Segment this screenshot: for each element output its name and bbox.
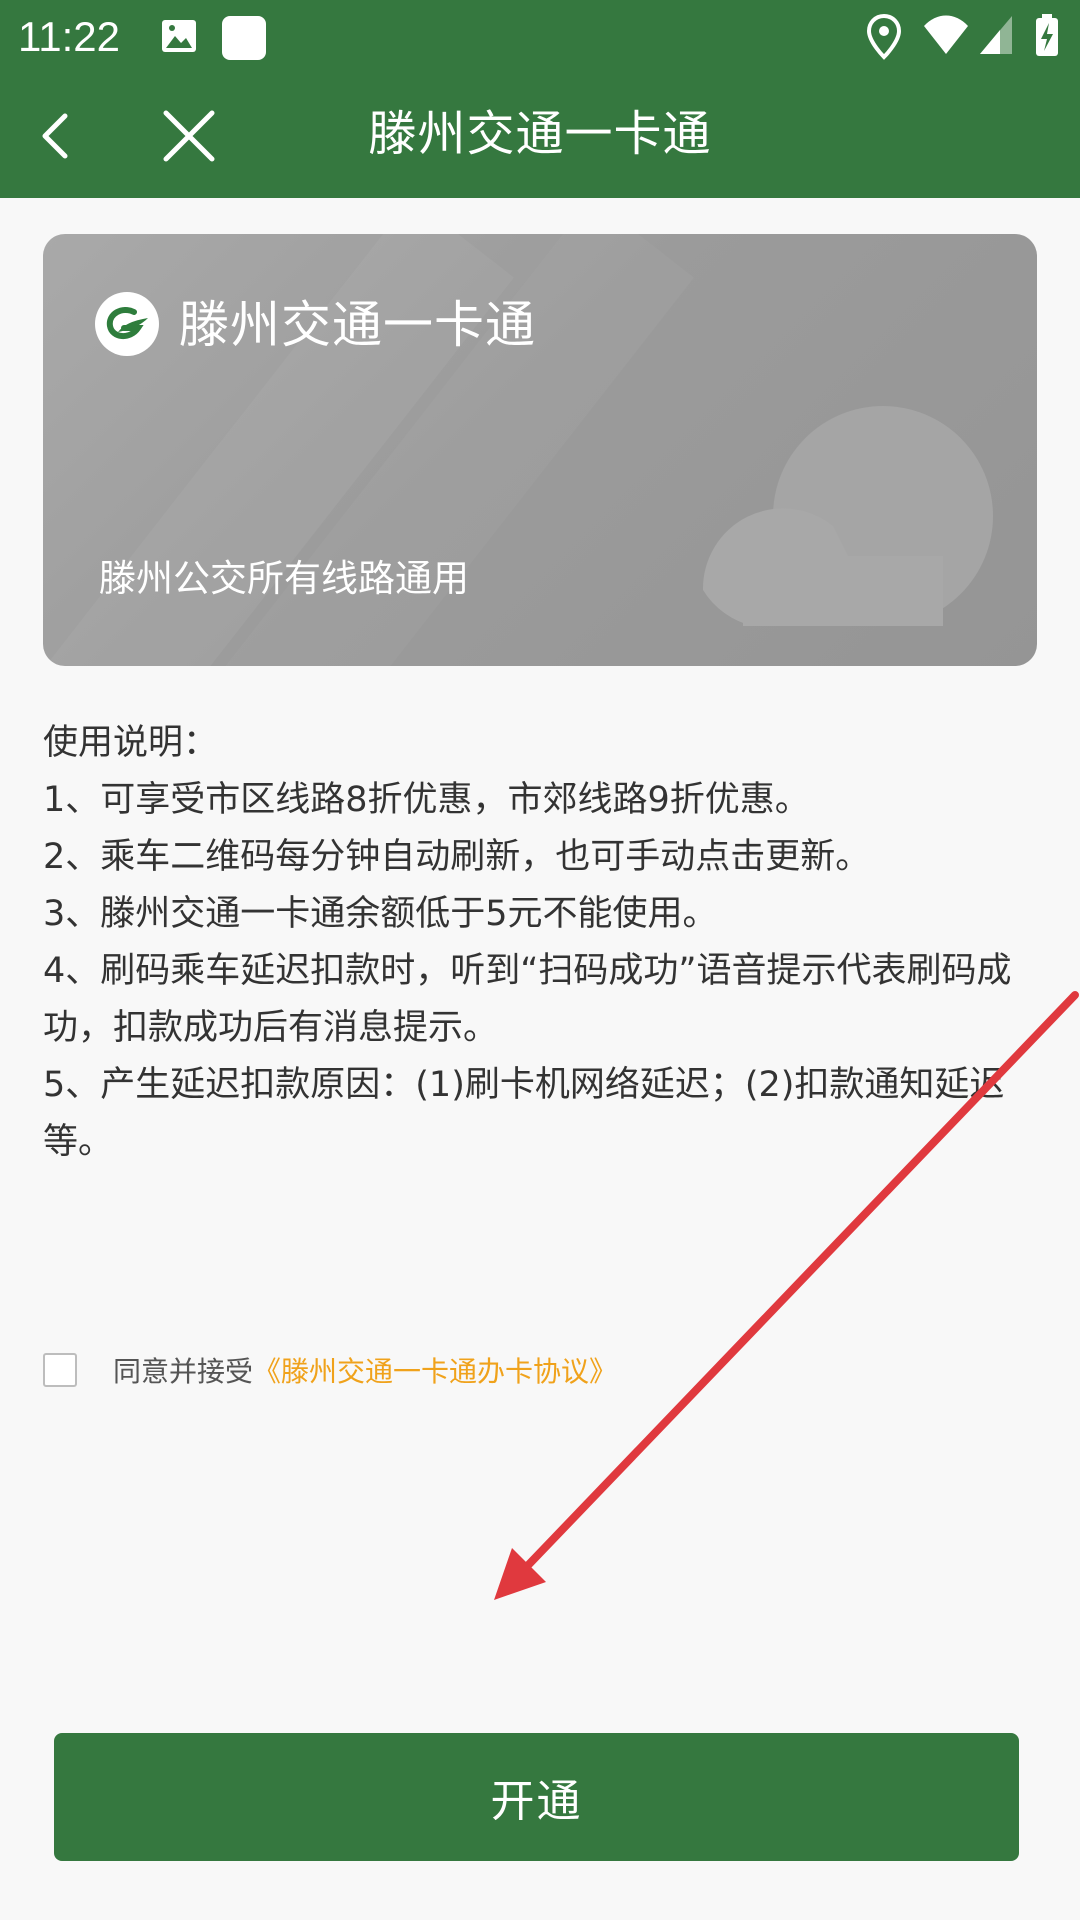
instruction-item: 5、产生延迟扣款原因：(1)刷卡机网络延迟；(2)扣款通知延迟等。 [43, 1065, 1005, 1162]
card-subtitle: 滕州公交所有线路通用 [99, 557, 469, 600]
app-notification-icon [220, 14, 268, 66]
wifi-icon [922, 14, 970, 60]
card-title: 滕州交通一卡通 [179, 296, 536, 354]
instruction-item: 3、滕州交通一卡通余额低于5元不能使用。 [43, 894, 718, 934]
agreement-text: 同意并接受 [113, 1355, 254, 1388]
cell-signal-icon [978, 14, 1014, 60]
screen: 11:22 滕州交通一卡通 滕州交通一卡通 滕州公交所有线路通用 使用说明： 1… [0, 0, 1080, 1920]
cloud-decoration-icon [702, 406, 993, 626]
agreement-link[interactable]: 《滕州交通一卡通办卡协议》 [253, 1350, 617, 1390]
battery-charging-icon [1034, 14, 1060, 62]
open-button[interactable]: 开通 [54, 1733, 1019, 1861]
instruction-item: 2、乘车二维码每分钟自动刷新，也可手动点击更新。 [43, 837, 871, 877]
transit-card: 滕州交通一卡通 滕州公交所有线路通用 [43, 234, 1037, 666]
status-bar: 11:22 [0, 0, 1080, 74]
usage-instructions: 使用说明： 1、可享受市区线路8折优惠，市郊线路9折优惠。 2、乘车二维码每分钟… [43, 715, 1043, 1171]
status-time: 11:22 [18, 13, 120, 60]
location-icon [866, 13, 902, 64]
agreement-checkbox[interactable] [43, 1353, 77, 1387]
instructions-heading: 使用说明： [43, 723, 219, 763]
agreement-row: 同意并接受 《滕州交通一卡通办卡协议》 [43, 1350, 617, 1390]
image-notification-icon [160, 14, 198, 62]
page-title: 滕州交通一卡通 [368, 106, 712, 162]
app-bar: 滕州交通一卡通 [0, 74, 1080, 198]
instruction-item: 4、刷码乘车延迟扣款时，听到“扫码成功”语音提示代表刷码成功，扣款成功后有消息提… [43, 951, 1012, 1048]
transit-logo-icon [95, 292, 159, 356]
instruction-item: 1、可享受市区线路8折优惠，市郊线路9折优惠。 [43, 780, 810, 820]
